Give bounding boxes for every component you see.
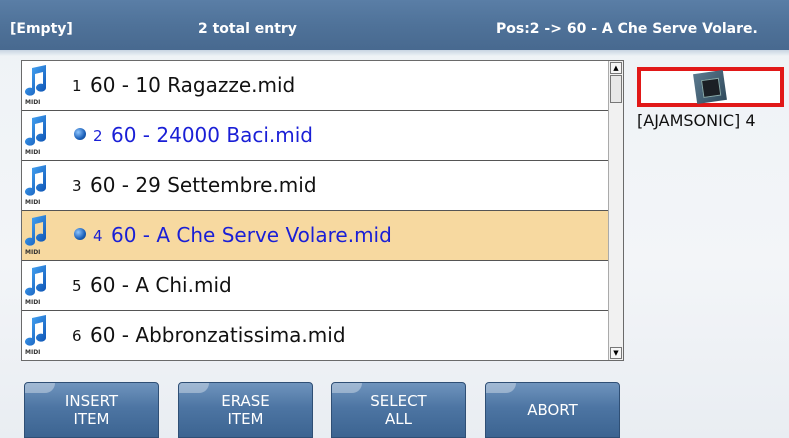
sound-preview[interactable] [637, 67, 784, 107]
item-name: 60 - 29 Settembre.mid [90, 173, 317, 197]
select-all-button[interactable]: SELECT ALL [331, 382, 466, 438]
list-item-selected[interactable]: MIDI 4 60 - A Che Serve Volare.mid [22, 211, 608, 261]
header-bar: [Empty] 2 total entry Pos:2 -> 60 - A Ch… [0, 0, 789, 56]
header-entry-count: 2 total entry [198, 21, 297, 37]
insert-item-button[interactable]: INSERT ITEM [24, 382, 159, 438]
midi-file-icon: MIDI [24, 264, 50, 306]
item-name: 60 - A Che Serve Volare.mid [111, 223, 392, 247]
marked-dot-icon [74, 128, 86, 140]
scroll-down-arrow-icon[interactable]: ▼ [610, 347, 622, 359]
list-item[interactable]: MIDI 1 60 - 10 Ragazze.mid [22, 61, 608, 111]
marked-dot-icon [74, 228, 86, 240]
item-number: 2 [93, 127, 103, 145]
list-scrollbar[interactable]: ▲ ▼ [608, 61, 623, 360]
abort-button[interactable]: ABORT [485, 382, 620, 438]
midi-file-icon: MIDI [24, 114, 50, 156]
midi-file-icon: MIDI [24, 64, 50, 106]
item-number: 3 [72, 177, 82, 195]
file-list: MIDI 1 60 - 10 Ragazze.mid MIDI 2 60 - 2… [21, 60, 624, 361]
item-name: 60 - Abbronzatissima.mid [90, 323, 346, 347]
header-status: [Empty] [10, 21, 73, 37]
item-name: 60 - 10 Ragazze.mid [90, 73, 296, 97]
preview-label: [AJAMSONIC] 4 [637, 111, 756, 130]
item-number: 1 [72, 77, 82, 95]
item-number: 6 [72, 327, 82, 345]
list-item[interactable]: MIDI 3 60 - 29 Settembre.mid [22, 161, 608, 211]
chip-icon [693, 70, 727, 104]
item-number: 4 [93, 227, 103, 245]
erase-item-button[interactable]: ERASE ITEM [178, 382, 313, 438]
item-name: 60 - 24000 Baci.mid [111, 123, 313, 147]
header-position: Pos:2 -> 60 - A Che Serve Volare. [496, 21, 758, 37]
item-name: 60 - A Chi.mid [90, 273, 232, 297]
list-item[interactable]: MIDI 2 60 - 24000 Baci.mid [22, 111, 608, 161]
scroll-up-arrow-icon[interactable]: ▲ [610, 62, 622, 74]
midi-file-icon: MIDI [24, 314, 50, 356]
list-item[interactable]: MIDI 6 60 - Abbronzatissima.mid [22, 311, 608, 361]
midi-file-icon: MIDI [24, 214, 50, 256]
midi-file-icon: MIDI [24, 164, 50, 206]
scroll-thumb[interactable] [610, 75, 622, 103]
list-item[interactable]: MIDI 5 60 - A Chi.mid [22, 261, 608, 311]
item-number: 5 [72, 277, 82, 295]
